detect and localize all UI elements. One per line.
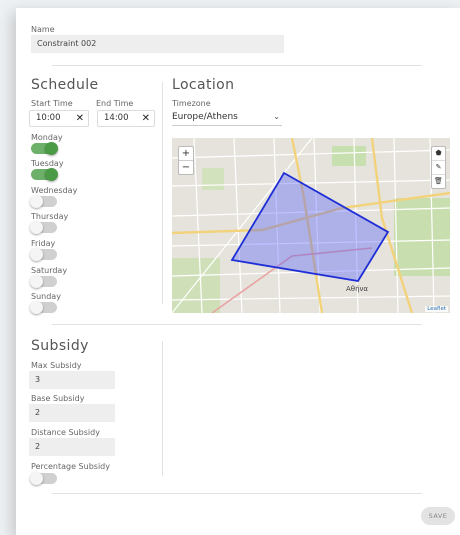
zoom-out-button[interactable]: − bbox=[179, 161, 193, 174]
save-button[interactable]: SAVE bbox=[421, 507, 455, 525]
middle-divider bbox=[52, 324, 422, 325]
day-label-sunday: Sunday bbox=[31, 292, 61, 301]
location-map[interactable]: Αθήνα + − ⬟ ✎ 🗑 Leaflet bbox=[172, 138, 450, 313]
bottom-divider bbox=[52, 493, 422, 494]
name-label: Name bbox=[31, 25, 55, 34]
toggle-monday[interactable] bbox=[31, 142, 58, 155]
constraint-form-card: Name Constraint 002 Schedule Start Time … bbox=[16, 8, 460, 535]
toggle-thursday[interactable] bbox=[30, 221, 57, 234]
map-place-label: Αθήνα bbox=[346, 285, 368, 293]
base-subsidy-label: Base Subsidy bbox=[31, 394, 85, 403]
toggle-friday[interactable] bbox=[30, 248, 57, 261]
toggle-knob bbox=[45, 168, 58, 181]
schedule-location-divider bbox=[162, 82, 163, 304]
subsidy-divider bbox=[162, 341, 163, 476]
toggle-knob bbox=[30, 221, 43, 234]
toggle-percentage-subsidy[interactable] bbox=[30, 472, 57, 485]
map-tiles: Αθήνα bbox=[172, 138, 450, 313]
zoom-in-button[interactable]: + bbox=[179, 147, 193, 161]
toggle-knob bbox=[45, 142, 58, 155]
distance-subsidy-label: Distance Subsidy bbox=[31, 428, 100, 437]
toggle-wednesday[interactable] bbox=[30, 195, 57, 208]
day-label-saturday: Saturday bbox=[31, 266, 68, 275]
percentage-subsidy-label: Percentage Subsidy bbox=[31, 462, 110, 471]
timezone-label: Timezone bbox=[172, 99, 211, 108]
day-label-wednesday: Wednesday bbox=[31, 186, 78, 195]
polygon-icon[interactable]: ⬟ bbox=[432, 147, 445, 161]
map-zoom-control: + − bbox=[178, 146, 194, 175]
map-attribution[interactable]: Leaflet bbox=[425, 306, 448, 312]
base-subsidy-input[interactable]: 2 bbox=[29, 404, 115, 422]
start-time-value: 10:00 bbox=[36, 113, 61, 123]
end-time-label: End Time bbox=[96, 99, 134, 108]
subsidy-heading: Subsidy bbox=[31, 338, 89, 354]
start-time-label: Start Time bbox=[31, 99, 73, 108]
timezone-select[interactable]: Europe/Athens ⌄ bbox=[172, 109, 282, 126]
day-label-thursday: Thursday bbox=[31, 212, 69, 221]
toggle-knob bbox=[30, 195, 43, 208]
day-label-monday: Monday bbox=[31, 133, 63, 142]
max-subsidy-input[interactable]: 3 bbox=[29, 371, 115, 389]
start-time-input[interactable]: 10:00 ✕ bbox=[29, 110, 89, 127]
clear-start-time-icon[interactable]: ✕ bbox=[76, 111, 84, 126]
toggle-sunday[interactable] bbox=[30, 301, 57, 314]
toggle-knob bbox=[30, 248, 43, 261]
location-heading: Location bbox=[172, 77, 235, 93]
clear-end-time-icon[interactable]: ✕ bbox=[142, 111, 150, 126]
trash-icon[interactable]: 🗑 bbox=[432, 175, 445, 188]
top-divider bbox=[52, 65, 422, 66]
max-subsidy-label: Max Subsidy bbox=[31, 361, 82, 370]
toggle-knob bbox=[30, 301, 43, 314]
distance-subsidy-input[interactable]: 2 bbox=[29, 438, 115, 456]
end-time-input[interactable]: 14:00 ✕ bbox=[97, 110, 155, 127]
day-label-friday: Friday bbox=[31, 239, 56, 248]
edit-icon[interactable]: ✎ bbox=[432, 161, 445, 175]
schedule-heading: Schedule bbox=[31, 77, 99, 93]
day-label-tuesday: Tuesday bbox=[31, 159, 64, 168]
toggle-saturday[interactable] bbox=[30, 275, 57, 288]
toggle-knob bbox=[30, 472, 43, 485]
end-time-value: 14:00 bbox=[104, 113, 129, 123]
name-input[interactable]: Constraint 002 bbox=[31, 35, 284, 53]
toggle-tuesday[interactable] bbox=[31, 168, 58, 181]
chevron-down-icon: ⌄ bbox=[273, 112, 280, 121]
timezone-value: Europe/Athens bbox=[172, 112, 238, 122]
toggle-knob bbox=[30, 275, 43, 288]
map-draw-toolbar: ⬟ ✎ 🗑 bbox=[431, 146, 446, 189]
